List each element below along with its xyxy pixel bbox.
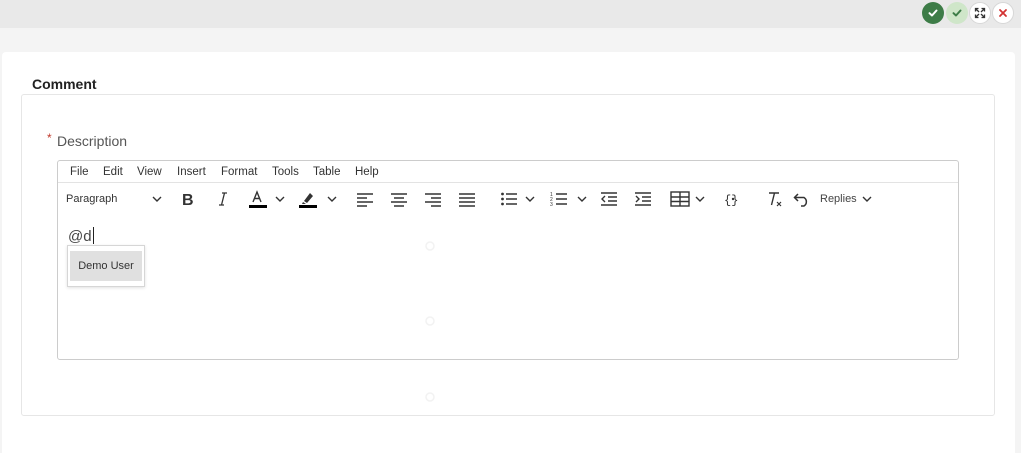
bold-icon: B — [182, 192, 194, 207]
indent-icon — [635, 192, 651, 206]
expand-icon — [974, 7, 986, 19]
align-right-icon — [425, 193, 441, 207]
table-icon — [670, 191, 690, 207]
outdent-icon — [601, 192, 617, 206]
menu-edit[interactable]: Edit — [103, 166, 123, 178]
check-badge-icon — [928, 9, 938, 17]
save-button[interactable] — [946, 2, 968, 24]
highlight-color-button[interactable] — [298, 188, 338, 210]
rich-text-editor: File Edit View Insert Format Tools Table… — [57, 160, 959, 360]
align-justify-icon — [459, 193, 475, 207]
bullet-list-icon — [501, 192, 517, 206]
chevron-down-icon — [327, 196, 337, 202]
chevron-down-icon — [275, 196, 285, 202]
text-caret — [92, 227, 94, 244]
code-sample-button[interactable]: {} — [724, 188, 742, 210]
code-sample-icon: {} — [724, 194, 738, 208]
editor-content-text: @d — [68, 228, 92, 245]
chevron-down-icon — [152, 196, 162, 202]
editor-menubar: File Edit View Insert Format Tools Table… — [58, 161, 958, 183]
chevron-down-icon — [862, 196, 872, 202]
menu-table[interactable]: Table — [313, 166, 341, 178]
svg-text:B: B — [182, 192, 194, 207]
chevron-down-icon — [577, 196, 587, 202]
highlight-color-icon — [299, 193, 317, 208]
align-left-button[interactable] — [356, 188, 374, 210]
menu-format[interactable]: Format — [221, 166, 257, 178]
chevron-down-icon — [525, 196, 535, 202]
close-icon — [999, 9, 1007, 17]
align-center-button[interactable] — [390, 188, 408, 210]
description-label: Description — [57, 133, 128, 149]
menu-view[interactable]: View — [137, 166, 162, 178]
loading-spinner-icon — [425, 241, 435, 251]
clear-formatting-button[interactable] — [766, 188, 784, 210]
italic-button[interactable] — [216, 188, 230, 210]
bullet-list-button[interactable] — [500, 188, 536, 210]
numbered-list-icon: 123 — [550, 192, 567, 207]
svg-text:3: 3 — [550, 202, 553, 207]
undo-button[interactable] — [793, 188, 811, 210]
block-format-select[interactable]: Paragraph — [66, 188, 163, 210]
menu-file[interactable]: File — [70, 166, 89, 178]
chevron-down-icon — [695, 196, 705, 202]
italic-icon — [219, 192, 227, 206]
outdent-button[interactable] — [600, 188, 618, 210]
block-format-value: Paragraph — [66, 193, 118, 205]
text-color-icon — [249, 190, 267, 208]
svg-text:{}: {} — [724, 194, 738, 208]
align-center-icon — [391, 193, 407, 207]
save-and-close-button[interactable] — [922, 2, 944, 24]
check-icon — [952, 9, 962, 17]
align-justify-button[interactable] — [458, 188, 476, 210]
mention-option-demo-user[interactable]: Demo User — [70, 251, 142, 281]
align-right-button[interactable] — [424, 188, 442, 210]
menu-insert[interactable]: Insert — [177, 166, 206, 178]
required-marker: * — [47, 131, 52, 145]
align-left-icon — [357, 193, 373, 207]
text-color-button[interactable] — [248, 188, 286, 210]
close-button[interactable] — [992, 2, 1014, 24]
section-title: Comment — [32, 76, 97, 92]
loading-spinner-icon — [425, 316, 435, 326]
editor-content[interactable]: @d — [68, 227, 94, 245]
indent-button[interactable] — [634, 188, 652, 210]
numbered-list-button[interactable]: 123 — [550, 188, 588, 210]
replies-label: Replies — [820, 193, 857, 205]
replies-dropdown[interactable]: Replies — [820, 188, 873, 210]
menu-help[interactable]: Help — [355, 166, 379, 178]
table-button[interactable] — [670, 188, 706, 210]
bold-button[interactable]: B — [180, 188, 196, 210]
clear-formatting-icon — [769, 192, 782, 207]
window-top-bar — [0, 0, 1021, 28]
undo-icon — [793, 193, 808, 207]
loading-spinner-icon — [425, 392, 435, 402]
mention-suggestion-popup: Demo User — [67, 245, 145, 287]
expand-button[interactable] — [969, 2, 991, 24]
menu-tools[interactable]: Tools — [272, 166, 299, 178]
